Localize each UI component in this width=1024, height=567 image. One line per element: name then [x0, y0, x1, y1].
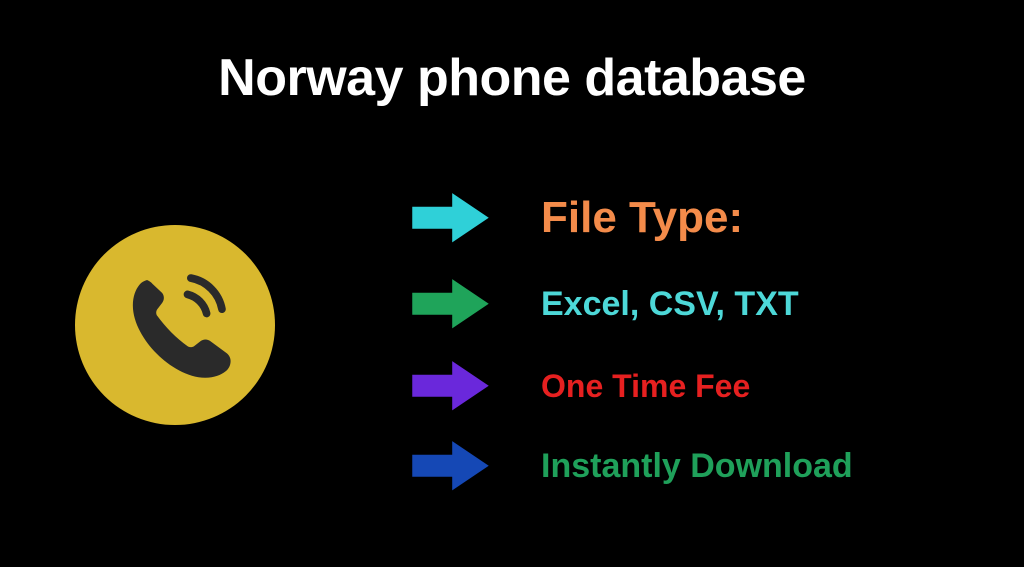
- features-list: File Type: Excel, CSV, TXT One Time Fee …: [408, 188, 853, 522]
- arrow-icon: [408, 274, 493, 334]
- feature-row-file-type: File Type:: [408, 188, 853, 248]
- phone-circle-badge: [75, 225, 275, 425]
- feature-download: Instantly Download: [541, 447, 853, 486]
- feature-row-fee: One Time Fee: [408, 356, 853, 416]
- page-title: Norway phone database: [0, 48, 1024, 108]
- feature-row-formats: Excel, CSV, TXT: [408, 274, 853, 334]
- arrow-icon: [408, 188, 493, 248]
- arrow-icon: [408, 356, 493, 416]
- feature-row-download: Instantly Download: [408, 436, 853, 496]
- phone-icon: [118, 265, 233, 385]
- feature-fee: One Time Fee: [541, 368, 750, 405]
- feature-formats: Excel, CSV, TXT: [541, 285, 799, 324]
- feature-heading: File Type:: [541, 193, 743, 243]
- arrow-icon: [408, 436, 493, 496]
